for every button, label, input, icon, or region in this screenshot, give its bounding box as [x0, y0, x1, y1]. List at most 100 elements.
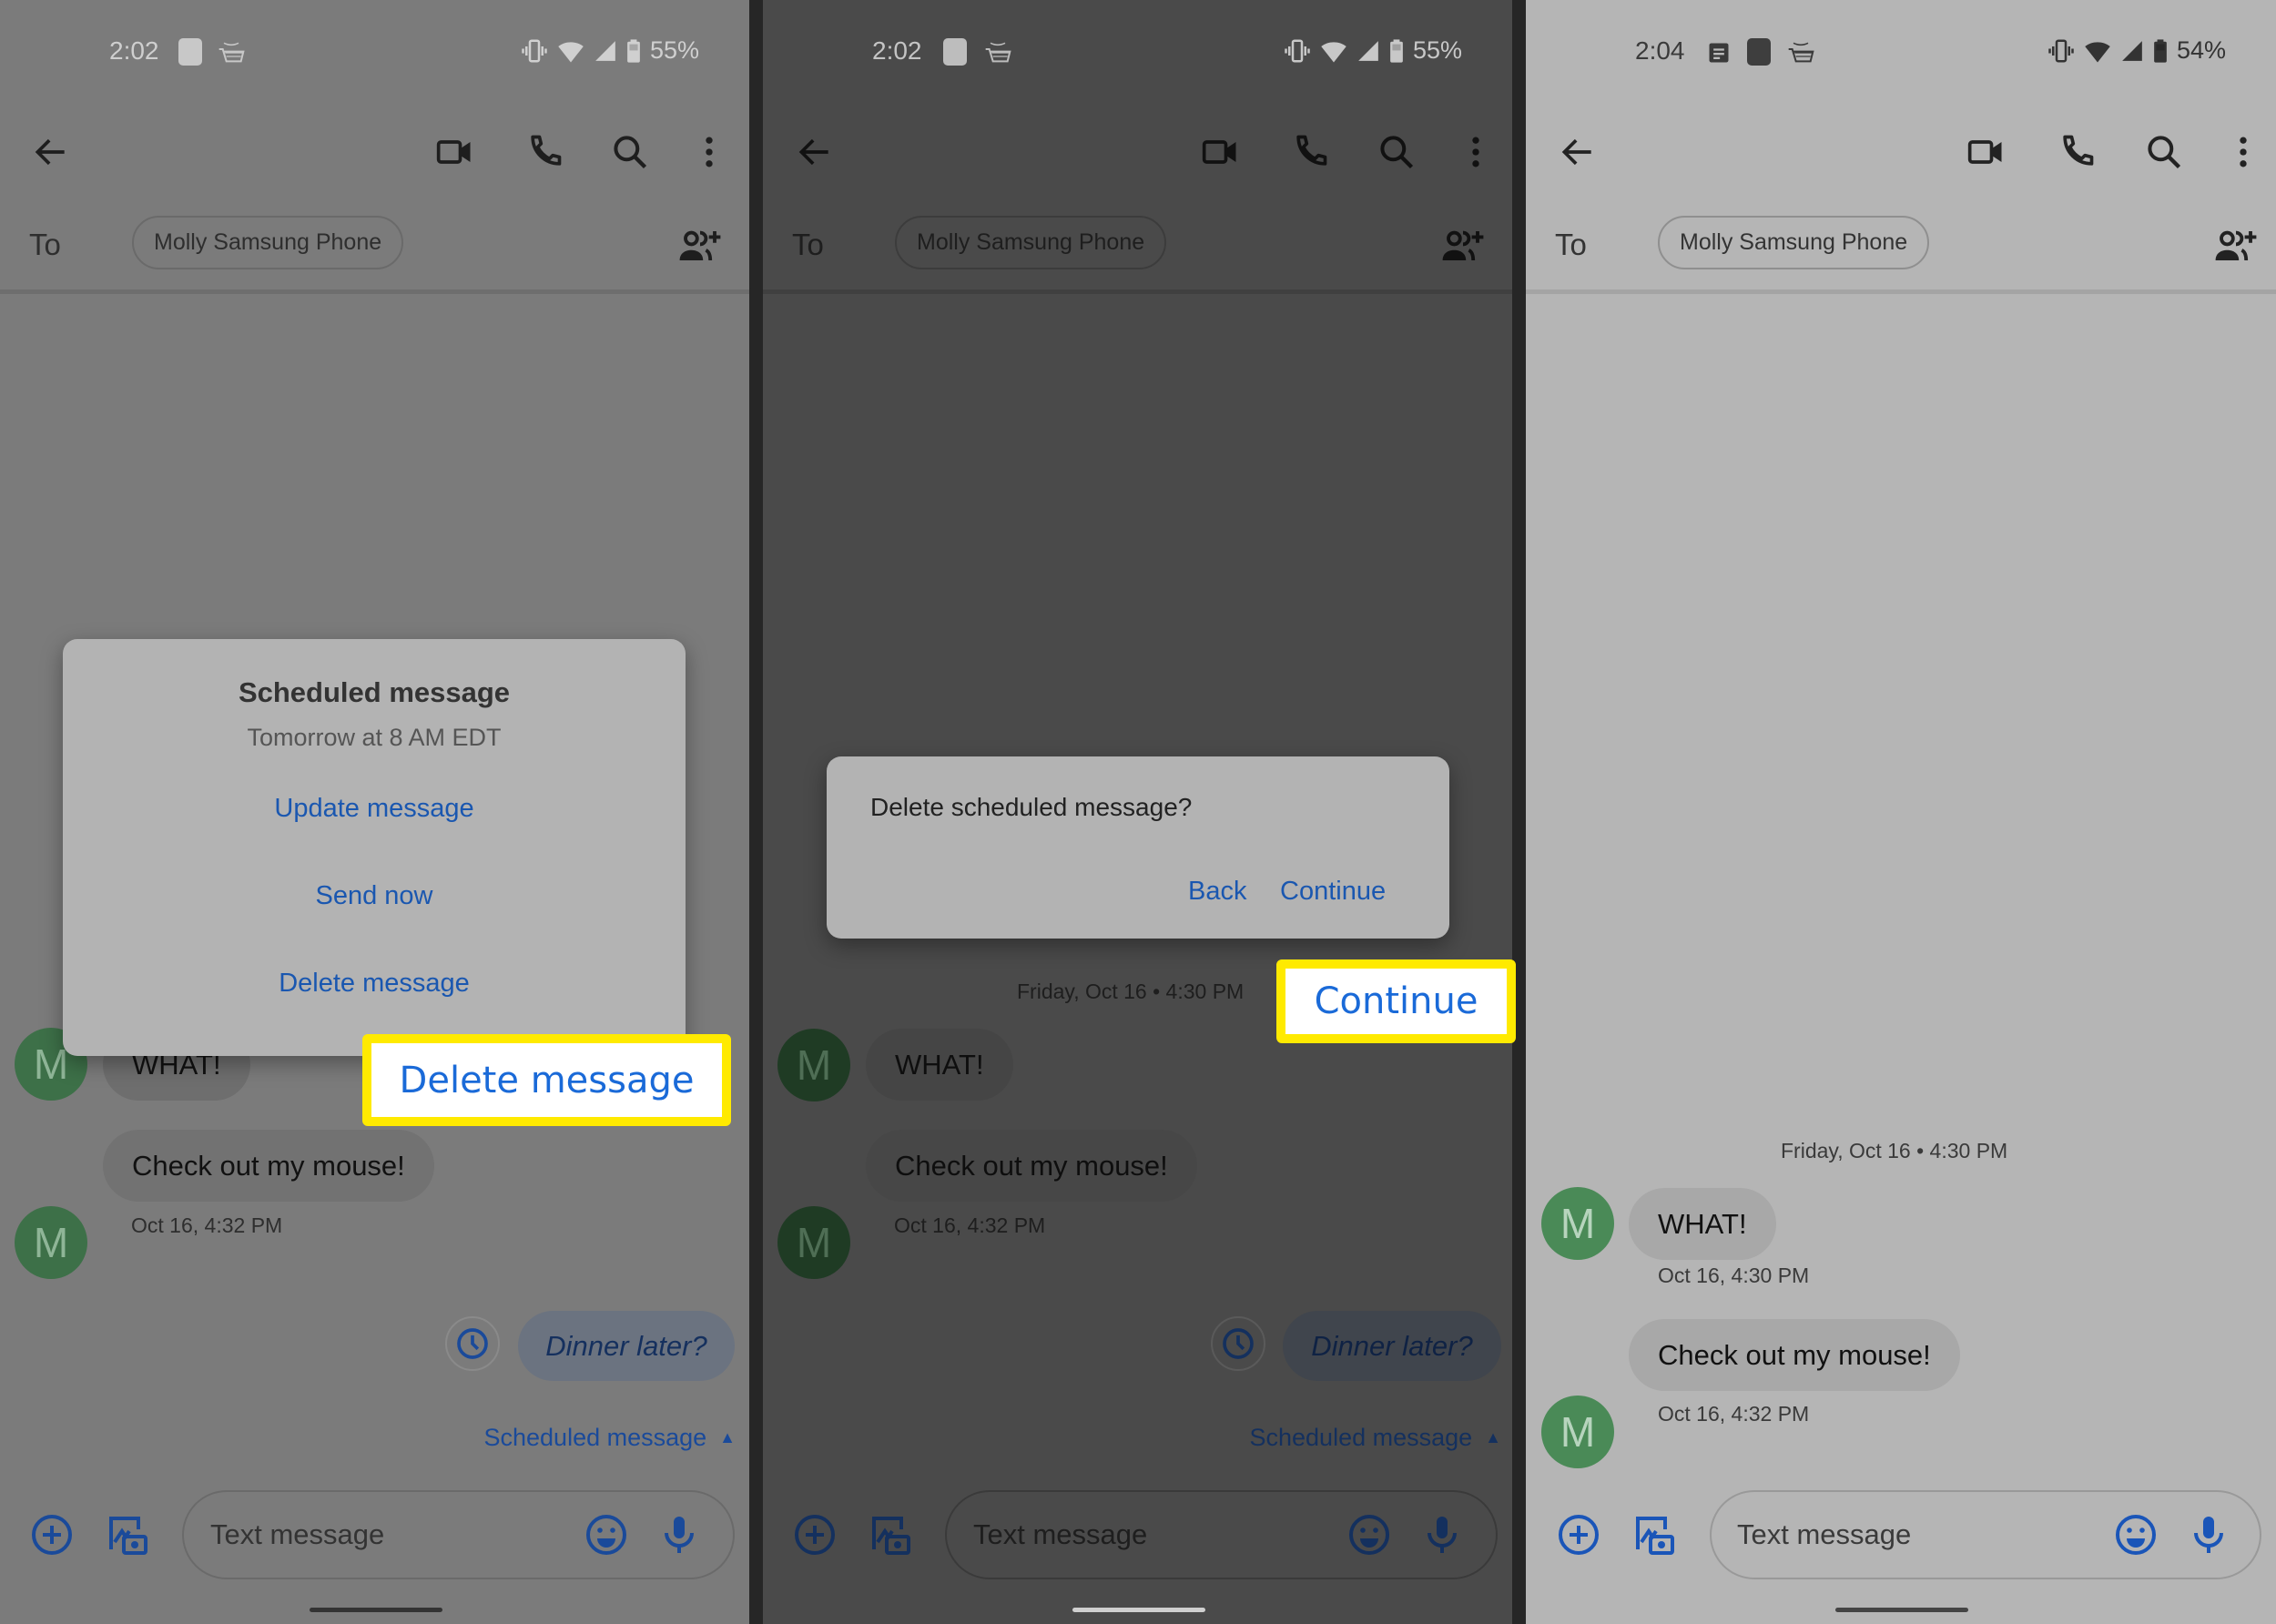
to-label: To — [1555, 228, 1587, 261]
battery-percent: 54% — [2176, 36, 2226, 64]
header-divider — [1526, 289, 2276, 294]
status-time: 2:04 — [1635, 36, 1685, 65]
caret-up-icon: ▲ — [719, 1428, 736, 1446]
callout-continue: Continue — [1276, 959, 1516, 1043]
text-message-placeholder: Text message — [973, 1518, 1148, 1550]
date-header: Friday, Oct 16 • 4:30 PM — [1017, 979, 1245, 1003]
microphone-icon[interactable] — [657, 1513, 701, 1557]
omron-connect-icon — [178, 38, 202, 66]
home-indicator[interactable] — [1072, 1608, 1205, 1612]
status-right: 54% — [2047, 36, 2226, 65]
back-arrow-icon[interactable] — [795, 132, 835, 172]
message-bubble[interactable]: WHAT! — [866, 1029, 1013, 1101]
avatar[interactable]: M — [1541, 1396, 1614, 1468]
recipient-chip[interactable]: Molly Samsung Phone — [132, 216, 404, 269]
search-icon[interactable] — [610, 132, 650, 172]
gallery-camera-icon[interactable] — [106, 1513, 149, 1557]
add-attachment-icon[interactable] — [30, 1513, 74, 1557]
phone-icon[interactable] — [2057, 132, 2097, 172]
message-bubble[interactable]: WHAT! — [1629, 1188, 1776, 1260]
more-vert-icon[interactable] — [1456, 132, 1496, 172]
continue-button[interactable]: Continue — [1280, 877, 1386, 907]
scheduled-clock-button[interactable] — [1211, 1316, 1265, 1371]
search-icon[interactable] — [1377, 132, 1417, 172]
video-call-icon[interactable] — [1201, 132, 1241, 172]
phone-icon[interactable] — [524, 132, 564, 172]
microphone-icon[interactable] — [1420, 1513, 1464, 1557]
avatar[interactable]: M — [1541, 1187, 1614, 1260]
wifi-icon — [557, 37, 584, 65]
message-bubble[interactable]: Check out my mouse! — [103, 1130, 434, 1202]
more-vert-icon[interactable] — [2223, 132, 2263, 172]
news-app-icon — [1706, 40, 1732, 66]
back-arrow-icon[interactable] — [1558, 132, 1598, 172]
scheduled-message-label: Scheduled message — [1249, 1424, 1473, 1451]
more-vert-icon[interactable] — [689, 132, 729, 172]
emoji-icon[interactable] — [584, 1513, 628, 1557]
omron-connect-icon — [1747, 38, 1771, 66]
wifi-icon — [2084, 37, 2111, 65]
scheduled-message-toggle[interactable]: Scheduled message ▲ — [1250, 1424, 1502, 1452]
add-attachment-icon[interactable] — [793, 1513, 837, 1557]
recipient-chip[interactable]: Molly Samsung Phone — [1658, 216, 1930, 269]
avatar[interactable]: M — [777, 1029, 850, 1101]
scheduled-message-bubble[interactable]: Dinner later? — [1283, 1311, 1501, 1381]
avatar[interactable]: M — [777, 1206, 850, 1279]
delete-confirm-dialog: Delete scheduled message? Back Continue — [827, 756, 1449, 939]
battery-icon — [1389, 37, 1404, 65]
text-message-placeholder: Text message — [1737, 1518, 1912, 1550]
caret-up-icon: ▲ — [1485, 1428, 1501, 1446]
microphone-icon[interactable] — [2187, 1513, 2230, 1557]
emoji-icon[interactable] — [1347, 1513, 1391, 1557]
emoji-icon[interactable] — [2114, 1513, 2158, 1557]
add-attachment-icon[interactable] — [1557, 1513, 1600, 1557]
add-people-icon[interactable] — [2214, 228, 2258, 264]
header-divider — [0, 289, 749, 294]
callout-delete-message: Delete message — [362, 1034, 731, 1126]
add-people-icon[interactable] — [678, 228, 722, 264]
delete-message-button[interactable]: Delete message — [63, 969, 686, 999]
vibrate-icon — [521, 37, 548, 65]
scheduled-clock-button[interactable] — [445, 1316, 500, 1371]
phone-icon[interactable] — [1290, 132, 1330, 172]
battery-percent: 55% — [1412, 36, 1462, 64]
add-people-icon[interactable] — [1441, 228, 1485, 264]
signal-icon — [2120, 38, 2144, 64]
amazon-cart-icon — [1786, 38, 1815, 67]
message-timestamp: Oct 16, 4:32 PM — [894, 1213, 1046, 1237]
battery-percent: 55% — [649, 36, 699, 64]
amazon-cart-icon — [217, 38, 246, 67]
omron-connect-icon — [943, 38, 967, 66]
home-indicator[interactable] — [310, 1608, 442, 1612]
amazon-cart-icon — [983, 38, 1012, 67]
status-time: 2:02 — [872, 36, 922, 65]
panel-step-3: 2:04 54% To Molly Samsung Phone Friday, … — [1526, 0, 2276, 1624]
scheduled-message-label: Scheduled message — [483, 1424, 707, 1451]
clock-icon — [454, 1325, 491, 1362]
update-message-button[interactable]: Update message — [63, 794, 686, 824]
message-timestamp: Oct 16, 4:32 PM — [131, 1213, 283, 1237]
vibrate-icon — [2047, 37, 2075, 65]
scheduled-message-toggle[interactable]: Scheduled message ▲ — [484, 1424, 737, 1452]
search-icon[interactable] — [2144, 132, 2184, 172]
signal-icon — [1356, 38, 1380, 64]
to-label: To — [29, 228, 61, 261]
video-call-icon[interactable] — [1966, 132, 2007, 172]
gallery-camera-icon[interactable] — [869, 1513, 912, 1557]
message-bubble[interactable]: Check out my mouse! — [1629, 1319, 1960, 1391]
back-button[interactable]: Back — [1188, 877, 1246, 907]
gallery-camera-icon[interactable] — [1632, 1513, 1676, 1557]
text-message-placeholder: Text message — [210, 1518, 385, 1550]
status-right: 55% — [1284, 36, 1462, 65]
status-time: 2:02 — [109, 36, 159, 65]
message-bubble[interactable]: Check out my mouse! — [866, 1130, 1197, 1202]
vibrate-icon — [1284, 37, 1311, 65]
back-arrow-icon[interactable] — [31, 132, 71, 172]
scheduled-message-bubble[interactable]: Dinner later? — [518, 1311, 735, 1381]
recipient-chip[interactable]: Molly Samsung Phone — [895, 216, 1167, 269]
video-call-icon[interactable] — [435, 132, 475, 172]
to-label: To — [792, 228, 824, 261]
send-now-button[interactable]: Send now — [63, 881, 686, 911]
avatar[interactable]: M — [15, 1206, 87, 1279]
home-indicator[interactable] — [1835, 1608, 1968, 1612]
